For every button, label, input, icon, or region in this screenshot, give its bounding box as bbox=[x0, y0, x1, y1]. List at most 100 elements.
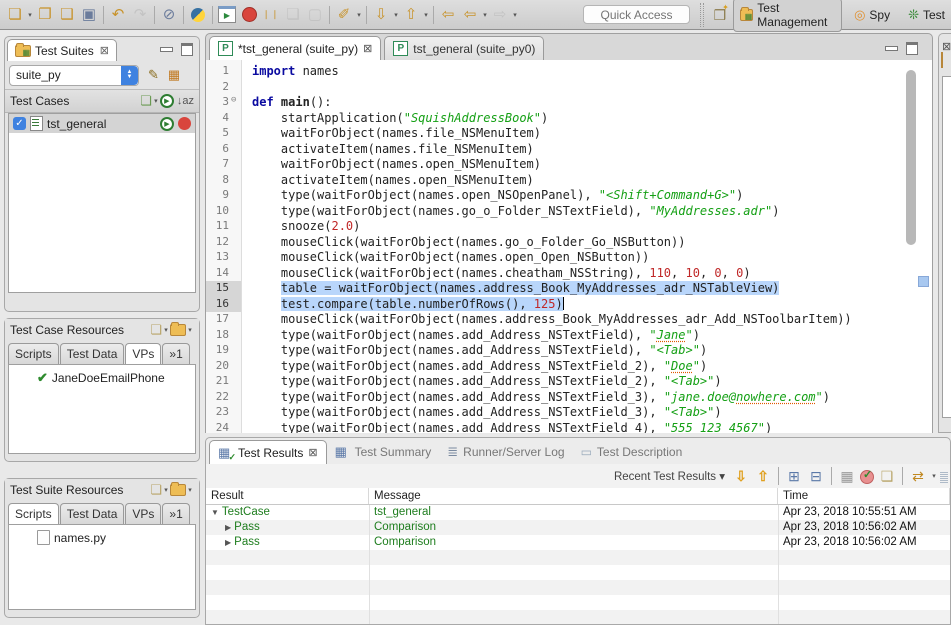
suite-selector[interactable]: suite_py ▲▼ bbox=[9, 65, 139, 86]
result-row[interactable]: ▶PassComparisonApr 23, 2018 10:56:02 AM bbox=[206, 520, 950, 535]
overview-ruler-mark[interactable] bbox=[918, 276, 929, 287]
new-test-suite-dropdown[interactable]: ▾ bbox=[26, 11, 34, 19]
save-button[interactable]: ▣ bbox=[78, 4, 100, 26]
open-test-suite-button[interactable]: ❑ bbox=[56, 4, 78, 26]
run-test-case-button[interactable]: ▶ bbox=[160, 117, 174, 131]
checkbox-checked-icon[interactable]: ✓ bbox=[13, 117, 26, 130]
new-file-icon[interactable]: ❏ bbox=[150, 322, 162, 338]
editor-scrollbar[interactable] bbox=[906, 70, 916, 245]
python-icon[interactable] bbox=[187, 4, 209, 26]
tab-test-summary[interactable]: ▦ Test Summary bbox=[327, 440, 440, 464]
record-button[interactable] bbox=[238, 4, 260, 26]
back-dropdown[interactable]: ▾ bbox=[481, 11, 489, 19]
expand-arrow-icon[interactable]: ▶ bbox=[225, 535, 231, 550]
suite-grid-icon[interactable]: ▦ bbox=[168, 67, 180, 83]
open-perspective-icon[interactable]: ❒✦ bbox=[714, 7, 727, 23]
code-line[interactable]: activateItem(names.file_NSMenuItem) bbox=[252, 142, 932, 158]
vp-pass-icon[interactable]: ✓ bbox=[859, 468, 875, 484]
code-line[interactable]: import names bbox=[252, 64, 932, 80]
new-folder-icon[interactable] bbox=[170, 484, 186, 496]
prev-failure-icon[interactable]: ⇧ bbox=[753, 466, 773, 486]
object-map-button[interactable]: ✐ bbox=[333, 4, 355, 26]
expand-arrow-icon[interactable]: ▶ bbox=[225, 520, 231, 535]
code-line[interactable]: mouseClick(waitForObject(names.address_B… bbox=[252, 312, 932, 328]
code-line[interactable]: def main(): bbox=[252, 95, 932, 111]
expand-all-icon[interactable]: ⊞ bbox=[784, 466, 804, 486]
tab-test-data[interactable]: Test Data bbox=[60, 343, 125, 364]
code-line[interactable]: mouseClick(waitForObject(names.open_Open… bbox=[252, 250, 932, 266]
code-line[interactable]: mouseClick(waitForObject(names.cheatham_… bbox=[252, 266, 932, 282]
new-file-dropdown[interactable]: ▾ bbox=[162, 486, 170, 494]
code-line[interactable]: type(waitForObject(names.add_Address_NST… bbox=[252, 390, 932, 406]
jump-last-edit-button[interactable]: ⇦ bbox=[437, 4, 459, 26]
code-line[interactable]: waitForObject(names.open_NSMenuItem) bbox=[252, 157, 932, 173]
pick-object-button[interactable]: ⊘ bbox=[158, 4, 180, 26]
script-item[interactable]: names.py bbox=[9, 525, 195, 545]
close-icon[interactable]: ⊠ bbox=[363, 42, 372, 55]
column-time[interactable]: Time bbox=[778, 488, 950, 504]
tab-test-data[interactable]: Test Data bbox=[60, 503, 125, 524]
new-test-case-button[interactable]: ❐ bbox=[34, 4, 56, 26]
close-icon[interactable]: ⊠ bbox=[939, 34, 951, 53]
close-icon[interactable]: ⊠ bbox=[100, 44, 109, 57]
new-file-icon[interactable]: ❏ bbox=[150, 482, 162, 498]
editor-tab-active[interactable]: P *tst_general (suite_py) ⊠ bbox=[209, 36, 381, 60]
code-line[interactable]: type(waitForObject(names.go_o_Folder_NST… bbox=[252, 204, 932, 220]
code-line[interactable]: type(waitForObject(names.add_Address_NST… bbox=[252, 328, 932, 344]
code-line[interactable]: type(waitForObject(names.open_NSOpenPane… bbox=[252, 188, 932, 204]
minimize-button[interactable] bbox=[160, 47, 173, 52]
collapse-all-icon[interactable]: ⊟ bbox=[806, 466, 826, 486]
next-failure-icon[interactable]: ⇩ bbox=[731, 466, 751, 486]
code-line[interactable]: type(waitForObject(names.add_Address_NST… bbox=[252, 343, 932, 359]
import-logs-dropdown[interactable]: ▾ bbox=[392, 11, 400, 19]
code-line[interactable]: test.compare(table.numberOfRows(), 125) bbox=[252, 297, 932, 313]
tab-scripts[interactable]: Scripts bbox=[8, 343, 59, 364]
code-line[interactable]: type(waitForObject(names.add_Address_NST… bbox=[252, 421, 932, 434]
minimize-button[interactable] bbox=[885, 46, 898, 51]
perspective-spy[interactable]: ◎ Spy bbox=[848, 5, 896, 25]
code-line[interactable]: type(waitForObject(names.add_Address_NST… bbox=[252, 405, 932, 421]
code-line[interactable]: waitForObject(names.file_NSMenuItem) bbox=[252, 126, 932, 142]
undo-button[interactable]: ↶ bbox=[107, 4, 129, 26]
sort-az-icon[interactable]: ↓az bbox=[177, 95, 194, 107]
filter-icon[interactable]: ⇄ bbox=[908, 466, 928, 486]
new-folder-dropdown[interactable]: ▾ bbox=[186, 486, 194, 494]
export-logs-dropdown[interactable]: ▾ bbox=[422, 11, 430, 19]
run-test-suite-button[interactable]: ▶ bbox=[160, 94, 174, 108]
suite-settings-icon[interactable]: ✎ bbox=[148, 67, 159, 83]
quick-access-input[interactable] bbox=[583, 5, 690, 24]
tab-test-description[interactable]: ▭ Test Description bbox=[573, 440, 691, 464]
tab-test-results[interactable]: ▦✓ Test Results ⊠ bbox=[209, 440, 327, 464]
tab-overflow[interactable]: »1 bbox=[162, 503, 189, 524]
screenshot-icon[interactable]: ▦ bbox=[837, 466, 857, 486]
code-line[interactable]: type(waitForObject(names.add_Address_NST… bbox=[252, 359, 932, 375]
code-line[interactable]: activateItem(names.open_NSMenuItem) bbox=[252, 173, 932, 189]
test-case-row-tst-general[interactable]: ✓ tst_general ▶ bbox=[9, 114, 195, 133]
editor-code[interactable]: import namesdef main(): startApplication… bbox=[242, 60, 932, 433]
new-test-case-icon[interactable]: ❏ bbox=[140, 93, 152, 109]
record-test-case-button[interactable] bbox=[178, 117, 191, 130]
edge-cut-icon[interactable]: ▤ bbox=[940, 466, 948, 486]
launch-aut-button[interactable]: ▶ bbox=[216, 4, 238, 26]
tab-scripts[interactable]: Scripts bbox=[8, 503, 59, 524]
new-test-case-dropdown[interactable]: ▾ bbox=[152, 97, 160, 105]
filter-dropdown[interactable]: ▾ bbox=[930, 472, 938, 480]
result-row[interactable]: ▼TestCasetst_generalApr 23, 2018 10:55:5… bbox=[206, 505, 950, 520]
code-line[interactable] bbox=[252, 80, 932, 96]
suite-selector-stepper[interactable]: ▲▼ bbox=[121, 66, 138, 85]
new-test-suite-button[interactable]: ❏ bbox=[4, 4, 26, 26]
editor-tab-inactive[interactable]: P tst_general (suite_py0) bbox=[384, 36, 544, 60]
maximize-button[interactable] bbox=[181, 43, 193, 56]
tab-test-suites[interactable]: ▦ Test Suites ⊠ bbox=[7, 39, 117, 61]
new-folder-icon[interactable] bbox=[170, 324, 186, 336]
results-table-header[interactable]: Result Message Time bbox=[206, 488, 950, 505]
tab-runner-server-log[interactable]: ≣ Runner/Server Log bbox=[439, 440, 572, 464]
result-row[interactable]: ▶PassComparisonApr 23, 2018 10:56:02 AM bbox=[206, 535, 950, 550]
close-icon[interactable]: ⊠ bbox=[308, 446, 317, 459]
code-line[interactable]: mouseClick(waitForObject(names.go_o_Fold… bbox=[252, 235, 932, 251]
code-line[interactable]: snooze(2.0) bbox=[252, 219, 932, 235]
back-button[interactable]: ⇦ bbox=[459, 4, 481, 26]
tab-vps[interactable]: VPs bbox=[125, 343, 161, 364]
column-message[interactable]: Message bbox=[369, 488, 778, 504]
expand-arrow-icon[interactable]: ▼ bbox=[211, 505, 219, 520]
